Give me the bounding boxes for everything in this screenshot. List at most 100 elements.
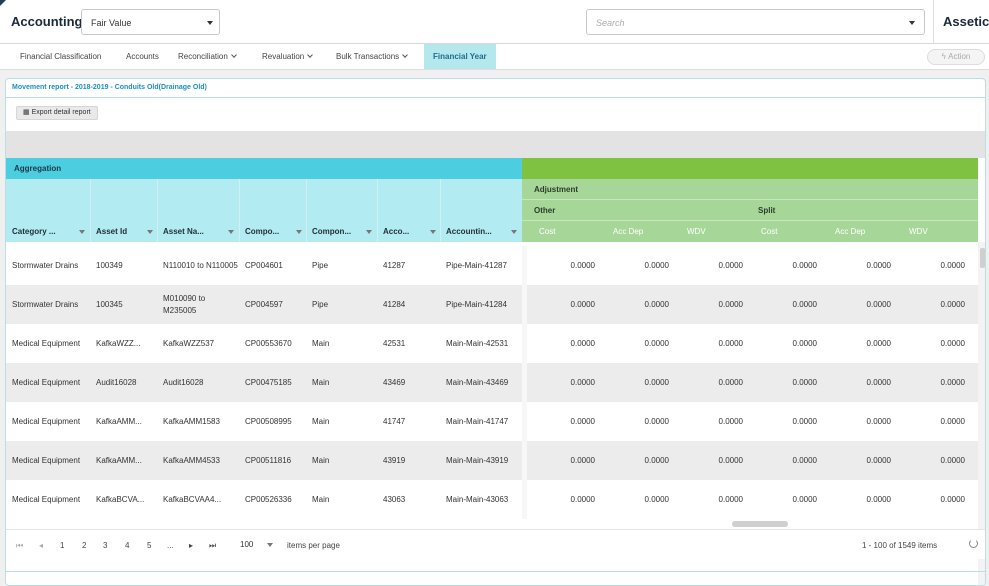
next-page-icon[interactable]: ▸ (189, 541, 193, 550)
col-header-label: Compo... (245, 227, 280, 236)
other-label: Other (534, 206, 556, 215)
cell-split-cost: 0.0000 (792, 494, 817, 504)
col-header-other-acc-dep[interactable]: Acc Dep (607, 221, 681, 242)
adjustment-header: Adjustment (522, 179, 978, 200)
cell-accounting: Main-Main-43919 (446, 455, 509, 465)
cell-split-acc-dep: 0.0000 (866, 299, 891, 309)
cell-asset-id: KafkaWZZ... (96, 338, 141, 348)
col-header-other-wdv[interactable]: WDV (681, 221, 755, 242)
col-header-component-type[interactable]: Compon... (306, 221, 377, 242)
column-header-left: Category ... Asset Id Asset Na... Compo.… (6, 179, 522, 242)
cell-component: CP004601 (245, 260, 283, 270)
pager-range-text: 1 - 100 of 1549 items (862, 541, 938, 550)
cell-other-cost: 0.0000 (570, 338, 595, 348)
table-row[interactable]: Medical Equipment KafkaAMM... KafkaAMM1583… (6, 402, 978, 441)
col-header-label: Accountin... (446, 227, 492, 236)
col-header-label: WDV (909, 227, 928, 236)
filter-icon[interactable] (511, 230, 517, 234)
cell-accounting: Pipe-Main-41284 (446, 299, 507, 309)
cell-split-acc-dep: 0.0000 (866, 338, 891, 348)
col-header-accounting[interactable]: Accountin... (440, 221, 522, 242)
group-drop-area (6, 131, 985, 158)
page-1[interactable]: 1 (60, 541, 64, 550)
export-detail-report-button[interactable]: ▦ Export detail report (16, 106, 98, 120)
page-2[interactable]: 2 (82, 541, 86, 550)
cell-component: CP00475185 (245, 377, 292, 387)
filter-icon[interactable] (228, 230, 234, 234)
filter-icon[interactable] (296, 230, 302, 234)
col-header-component[interactable]: Compo... (239, 221, 306, 242)
split-label: Split (758, 206, 776, 215)
action-button[interactable]: ϟ Action (927, 49, 985, 65)
cell-component: CP00553670 (245, 338, 292, 348)
prev-page-icon[interactable]: ◂ (39, 541, 43, 550)
tab-reconciliation[interactable]: Reconciliation (178, 44, 237, 69)
cell-other-wdv: 0.0000 (718, 416, 743, 426)
cell-split-wdv: 0.0000 (940, 377, 965, 387)
table-row[interactable]: Medical Equipment KafkaBCVA... KafkaBCVAA4… (6, 480, 978, 519)
table-row[interactable]: Medical Equipment KafkaAMM... KafkaAMM4533… (6, 441, 978, 480)
cell-other-cost: 0.0000 (570, 455, 595, 465)
col-header-account[interactable]: Acco... (377, 221, 440, 242)
page-5[interactable]: 5 (147, 541, 151, 550)
search-input[interactable]: Search (586, 9, 925, 35)
cell-accounting: Main-Main-42531 (446, 338, 509, 348)
table-row[interactable]: Medical Equipment KafkaWZZ... KafkaWZZ537 C… (6, 324, 978, 363)
export-label: Export detail report (31, 109, 91, 116)
cell-category: Stormwater Drains (12, 260, 79, 270)
filter-icon[interactable] (366, 230, 372, 234)
cell-asset-id: 100349 (96, 260, 123, 270)
col-header-label: Acc Dep (613, 227, 644, 236)
cell-other-wdv: 0.0000 (718, 455, 743, 465)
filter-icon[interactable] (430, 230, 436, 234)
first-page-icon[interactable]: ⏮ (16, 541, 23, 551)
cell-component-type: Pipe (312, 299, 329, 309)
vertical-scrollbar-thumb[interactable] (980, 248, 985, 268)
column-header-right: Adjustment Other Split Cost Acc Dep WDV … (522, 179, 978, 242)
title-divider (6, 97, 985, 98)
tab-label: Bulk Transactions (336, 52, 400, 61)
table-row[interactable]: Stormwater Drains 100349 N110010 to N11000… (6, 246, 978, 285)
tab-financial-year[interactable]: Financial Year (424, 44, 496, 69)
cell-split-wdv: 0.0000 (940, 416, 965, 426)
cell-split-wdv: 0.0000 (940, 260, 965, 270)
page-3[interactable]: 3 (103, 541, 107, 550)
refresh-icon[interactable] (969, 539, 978, 548)
page-more[interactable]: ... (167, 541, 174, 550)
top-nav: Financial Classification Accounts Reconc… (0, 44, 989, 70)
cell-other-acc-dep: 0.0000 (644, 455, 669, 465)
table-row[interactable]: Medical Equipment Audit16028 Audit16028 CP0… (6, 363, 978, 402)
chevron-down-icon (267, 543, 273, 547)
cell-other-cost: 0.0000 (570, 494, 595, 504)
tab-financial-classification[interactable]: Financial Classification (20, 44, 101, 69)
col-header-asset-id[interactable]: Asset Id (90, 221, 157, 242)
horizontal-scrollbar-thumb[interactable] (732, 521, 788, 527)
cell-asset-id: KafkaAMM... (96, 455, 142, 465)
chevron-down-icon (230, 52, 237, 58)
page-size-select[interactable]: 100 (234, 537, 278, 553)
page-4[interactable]: 4 (125, 541, 129, 550)
tab-bulk-transactions[interactable]: Bulk Transactions (336, 44, 408, 69)
col-header-label: Acc Dep (835, 227, 866, 236)
cell-other-acc-dep: 0.0000 (644, 299, 669, 309)
tab-revaluation[interactable]: Revaluation (262, 44, 314, 69)
cell-category: Medical Equipment (12, 338, 81, 348)
col-header-label: Compon... (312, 227, 352, 236)
cell-other-acc-dep: 0.0000 (644, 494, 669, 504)
col-header-category[interactable]: Category ... (6, 221, 90, 242)
cell-component-type: Pipe (312, 260, 329, 270)
tab-accounts[interactable]: Accounts (126, 44, 159, 69)
col-header-split-wdv[interactable]: WDV (903, 221, 977, 242)
cell-split-acc-dep: 0.0000 (866, 416, 891, 426)
cell-asset-id: KafkaBCVA... (96, 494, 145, 504)
filter-icon[interactable] (147, 230, 153, 234)
last-page-icon[interactable]: ⏭ (209, 541, 216, 551)
fair-value-select[interactable]: Fair Value (81, 9, 220, 35)
filter-icon[interactable] (79, 230, 85, 234)
cell-split-cost: 0.0000 (792, 260, 817, 270)
col-header-split-acc-dep[interactable]: Acc Dep (829, 221, 903, 242)
col-header-split-cost[interactable]: Cost (755, 221, 829, 242)
col-header-asset-name[interactable]: Asset Na... (157, 221, 239, 242)
table-row[interactable]: Stormwater Drains 100345 M010090 to M23500… (6, 285, 978, 324)
col-header-other-cost[interactable]: Cost (533, 221, 607, 242)
